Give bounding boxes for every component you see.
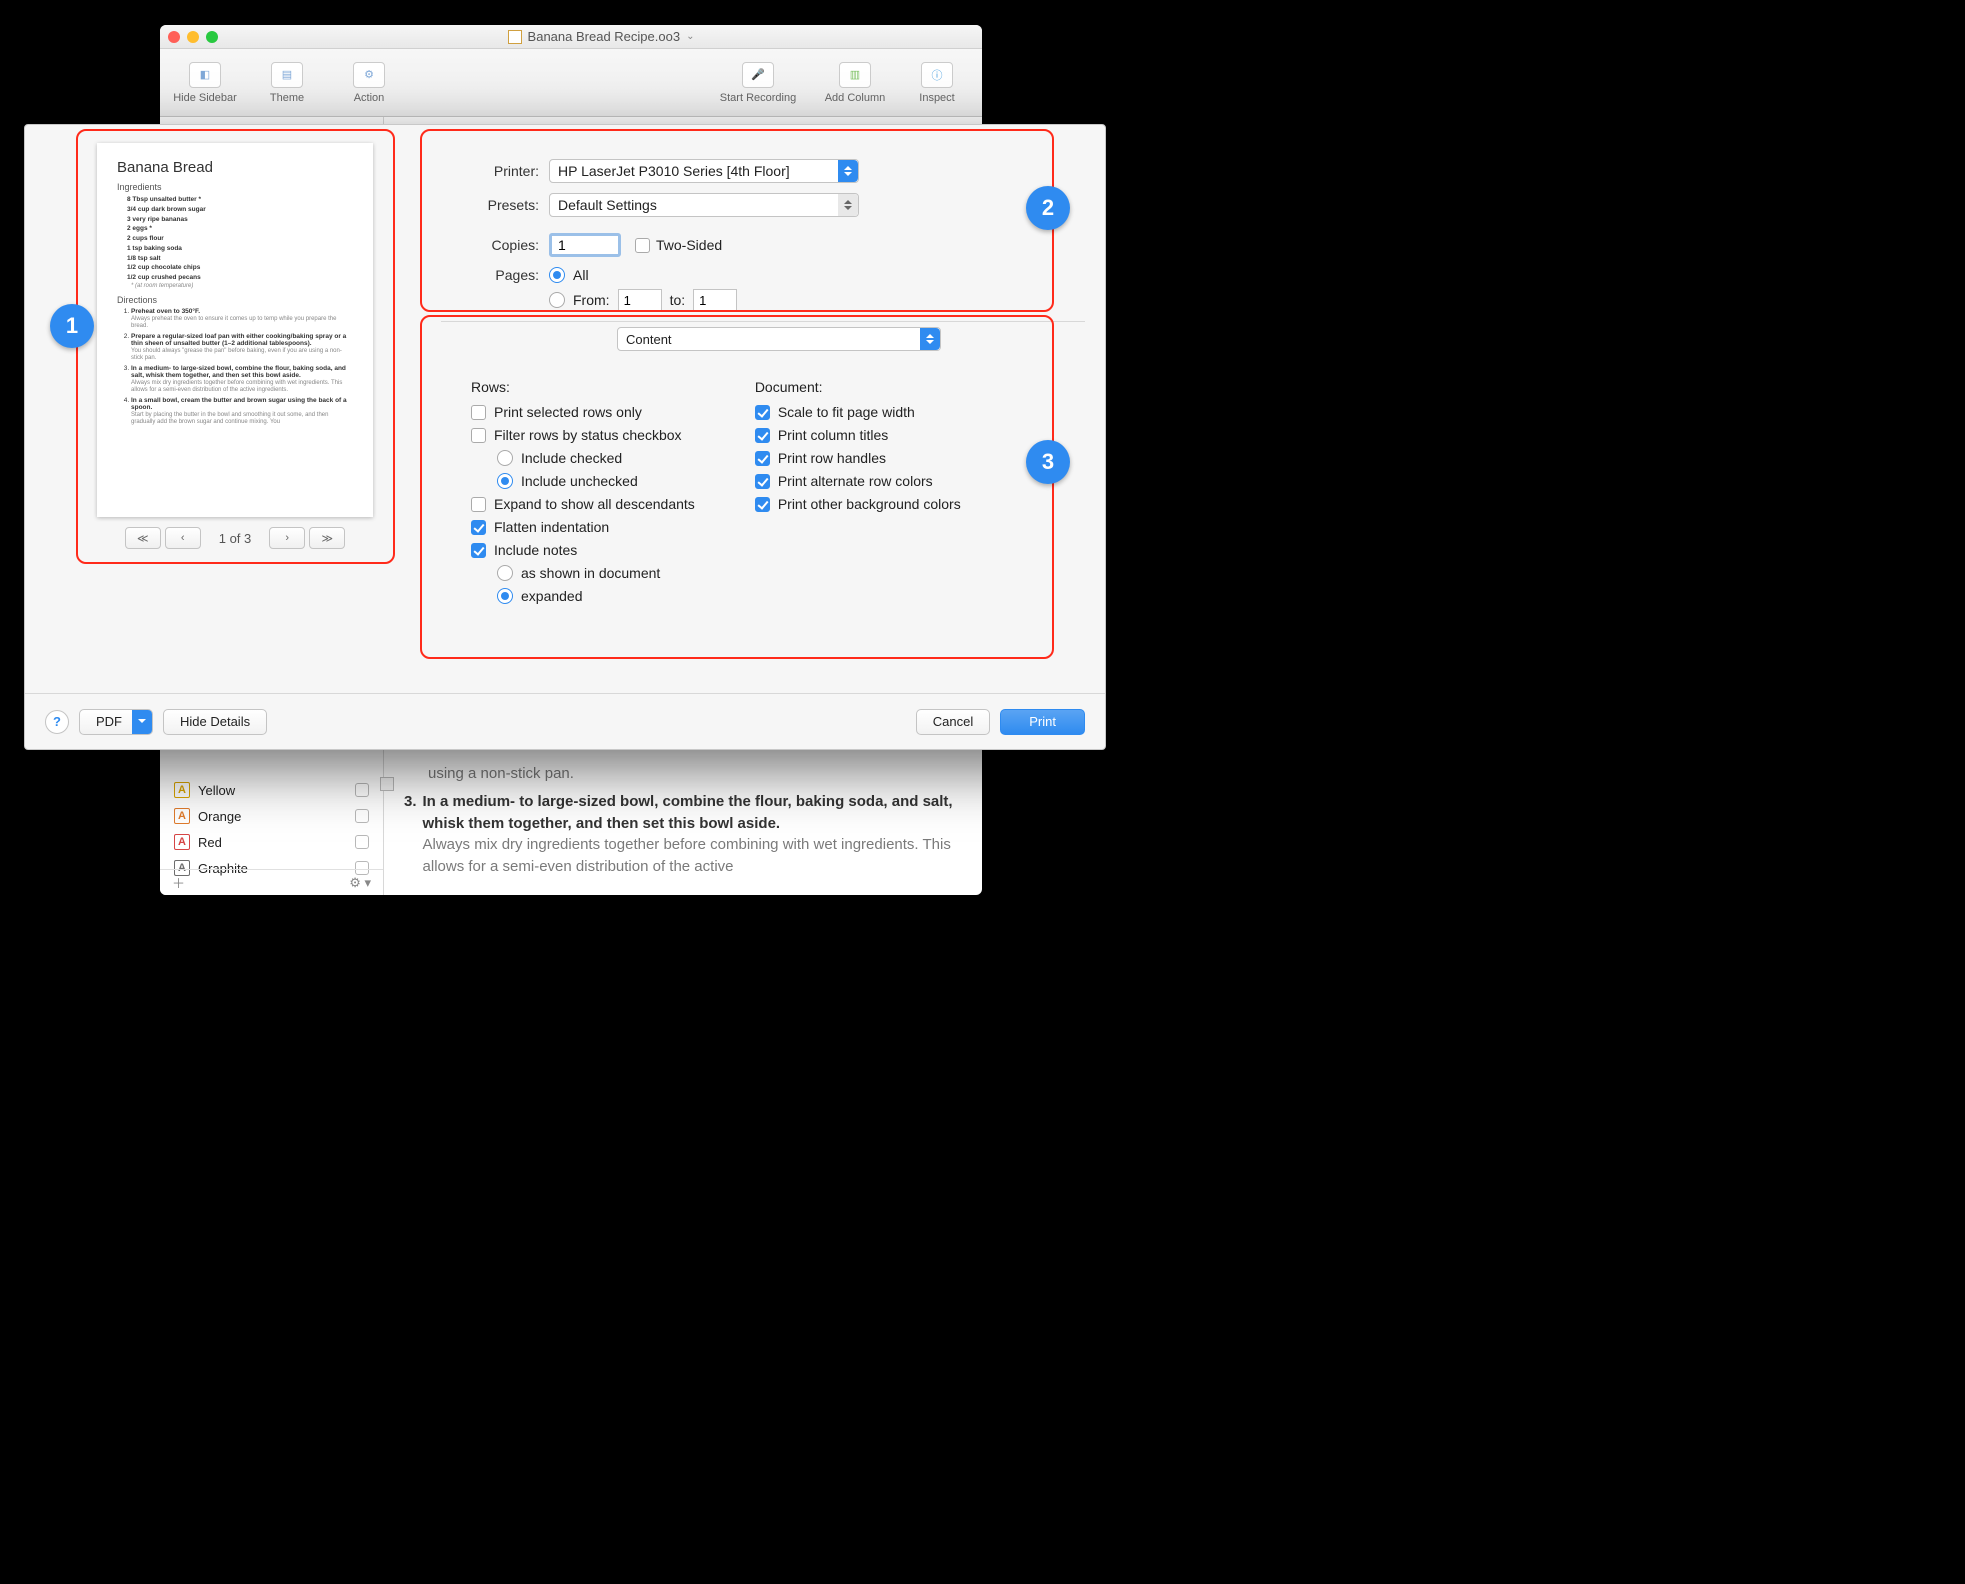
sidebar-icon: ◧ bbox=[189, 62, 221, 88]
sidebar-item-label: Red bbox=[198, 835, 222, 850]
item-note: Always mix dry ingredients together befo… bbox=[423, 834, 962, 878]
hide-sidebar-button[interactable]: ◧ Hide Sidebar bbox=[170, 62, 240, 104]
callout-badge-2: 2 bbox=[1026, 186, 1070, 230]
add-column-icon: ▥ bbox=[839, 62, 871, 88]
item-number: 3. bbox=[404, 791, 417, 878]
titlebar: Banana Bread Recipe.oo3 ⌄ bbox=[160, 25, 982, 49]
start-recording-button[interactable]: 🎤 Start Recording bbox=[708, 62, 808, 104]
hide-details-button[interactable]: Hide Details bbox=[163, 709, 267, 735]
add-column-button[interactable]: ▥ Add Column bbox=[820, 62, 890, 104]
gear-icon: ⚙︎ bbox=[353, 62, 385, 88]
gear-icon[interactable]: ⚙︎ ▾ bbox=[349, 875, 371, 891]
help-button[interactable]: ? bbox=[45, 710, 69, 734]
item-title: In a medium- to large-sized bowl, combin… bbox=[423, 791, 962, 835]
dialog-footer: ? PDF Hide Details Cancel Print bbox=[25, 693, 1105, 749]
sidebar-item[interactable]: A Yellow bbox=[160, 777, 383, 803]
color-swatch-icon: A bbox=[174, 834, 190, 850]
note-icon[interactable] bbox=[380, 777, 394, 791]
chevron-down-icon[interactable]: ⌄ bbox=[686, 31, 694, 42]
partial-text: using a non-stick pan. bbox=[428, 763, 962, 785]
callout-box-2 bbox=[420, 129, 1054, 312]
row-checkbox[interactable] bbox=[355, 783, 369, 797]
window-title: Banana Bread Recipe.oo3 bbox=[528, 29, 681, 44]
cancel-button[interactable]: Cancel bbox=[916, 709, 990, 735]
callout-badge-1: 1 bbox=[50, 304, 94, 348]
theme-button[interactable]: ▤ Theme bbox=[252, 62, 322, 104]
info-icon: ⓘ bbox=[921, 62, 953, 88]
callout-box-3 bbox=[420, 315, 1054, 659]
row-checkbox[interactable] bbox=[355, 809, 369, 823]
theme-icon: ▤ bbox=[271, 62, 303, 88]
pdf-button[interactable]: PDF bbox=[79, 709, 153, 735]
row-checkbox[interactable] bbox=[355, 835, 369, 849]
sidebar-item[interactable]: A Orange bbox=[160, 803, 383, 829]
close-icon[interactable] bbox=[168, 31, 180, 43]
sidebar-item-label: Orange bbox=[198, 809, 241, 824]
color-swatch-icon: A bbox=[174, 808, 190, 824]
sidebar-item[interactable]: A Red bbox=[160, 829, 383, 855]
toolbar: ◧ Hide Sidebar ▤ Theme ⚙︎ Action 🎤 Start… bbox=[160, 49, 982, 117]
action-button[interactable]: ⚙︎ Action bbox=[334, 62, 404, 104]
color-swatch-icon: A bbox=[174, 782, 190, 798]
chevron-down-icon bbox=[132, 710, 152, 734]
callout-badge-3: 3 bbox=[1026, 440, 1070, 484]
sidebar-item-label: Yellow bbox=[198, 783, 235, 798]
print-button[interactable]: Print bbox=[1000, 709, 1085, 735]
callout-box-1 bbox=[76, 129, 395, 564]
document-icon bbox=[508, 30, 522, 44]
zoom-icon[interactable] bbox=[206, 31, 218, 43]
inspect-button[interactable]: ⓘ Inspect bbox=[902, 62, 972, 104]
add-icon[interactable]: ＋ bbox=[172, 873, 185, 892]
microphone-icon: 🎤 bbox=[742, 62, 774, 88]
minimize-icon[interactable] bbox=[187, 31, 199, 43]
